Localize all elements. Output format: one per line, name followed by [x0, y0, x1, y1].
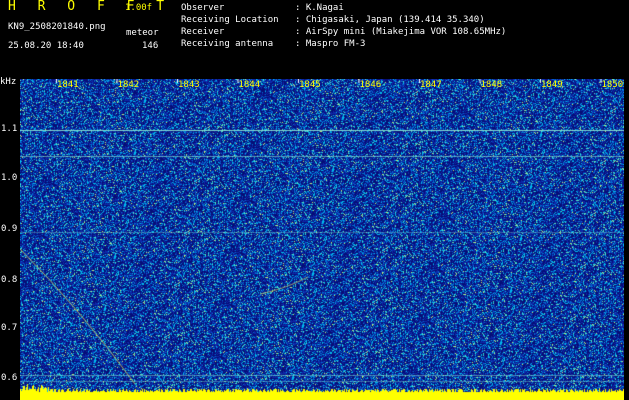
antenna-value: : Maspro FM-3 — [295, 39, 366, 49]
x-tick-label: 1849 — [541, 80, 563, 90]
mode-label: meteor — [126, 28, 159, 38]
capture-datetime: 25.08.20 18:40 — [8, 41, 84, 51]
receiver-label: Receiver — [181, 27, 225, 37]
meteor-count: 146 — [142, 41, 159, 51]
x-tick-label: 1843 — [178, 80, 200, 90]
spectrogram-canvas — [20, 79, 624, 400]
spectrogram-panel — [20, 79, 624, 400]
y-tick-label: 0.7 — [1, 323, 18, 333]
x-tick-label: 1845 — [299, 80, 321, 90]
y-tick-label: 1.0 — [1, 173, 18, 183]
y-tick-label: 0.8 — [1, 275, 18, 285]
observer-value: : K.Nagai — [295, 3, 344, 13]
y-tick-label: 0.9 — [1, 224, 18, 234]
app-version: 1.00f — [125, 3, 153, 13]
x-tick-label: 1848 — [480, 80, 503, 90]
x-tick-label: 1841 — [57, 80, 79, 90]
x-tick-label: 1847 — [420, 80, 442, 90]
x-tick-label: 1846 — [359, 80, 382, 90]
x-tick-label: 1844 — [238, 80, 261, 90]
receiver-value: : AirSpy mini (Miakejima VOR 108.65MHz) — [295, 27, 507, 37]
file-name: KN9_2508201840.png — [8, 22, 106, 32]
location-label: Receiving Location — [181, 15, 279, 25]
x-tick-label: 1842 — [117, 80, 140, 90]
antenna-label: Receiving antenna — [181, 39, 274, 49]
header-panel: H R O F F T 1.00f KN9_2508201840.png 25.… — [0, 0, 629, 79]
y-tick-label: 0.6 — [1, 373, 18, 383]
observer-label: Observer — [181, 3, 225, 13]
y-tick-label: 1.1 — [1, 124, 18, 134]
location-value: : Chigasaki, Japan (139.414 35.340) — [295, 15, 485, 25]
y-axis-unit: kHz — [0, 77, 17, 87]
x-tick-label: 1850 — [601, 80, 624, 90]
